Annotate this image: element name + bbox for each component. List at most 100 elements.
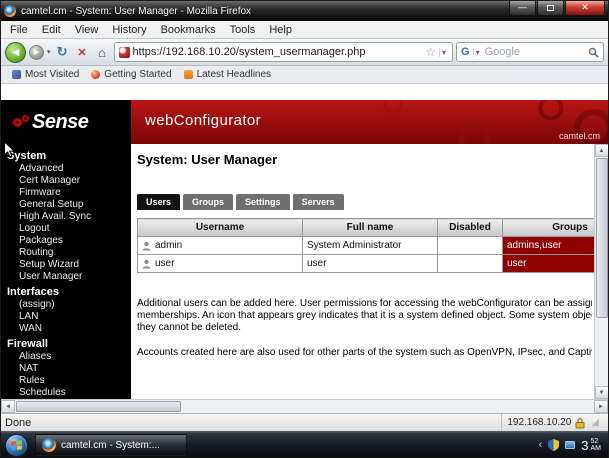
note-line: Accounts created here are also used for … (137, 347, 592, 359)
titlebar[interactable]: camtel.cm - System: User Manager - Mozil… (1, 1, 608, 21)
users-table: Username Full name Disabled Groups admin (137, 218, 594, 273)
sidebar-item-high-avail-sync[interactable]: High Avail. Sync (1, 211, 131, 223)
task-label: camtel.cm - System:... (61, 440, 160, 451)
security-shield-icon[interactable] (548, 439, 559, 451)
maximize-button[interactable] (537, 1, 564, 16)
vertical-scrollbar[interactable]: ▲ ▼ (594, 144, 608, 399)
taskbar-firefox-button[interactable]: camtel.cm - System:... (35, 434, 187, 456)
security-status[interactable]: 192.168.10.20 ◢ (501, 414, 604, 431)
bookmark-getting-started[interactable]: Getting Started (85, 68, 177, 81)
page-top-gap (1, 84, 608, 100)
url-input[interactable] (133, 46, 423, 58)
table-row[interactable]: admin System Administrator admins,user (138, 237, 595, 255)
bookmark-latest-headlines[interactable]: Latest Headlines (178, 68, 278, 81)
pfsense-banner: webConfigurator camtel.cm (131, 100, 608, 144)
sidebar-item-advanced[interactable]: Advanced (1, 163, 131, 175)
note-line: Additional users can be added here. User… (137, 298, 592, 310)
search-icon[interactable] (588, 47, 599, 58)
horizontal-scrollbar-thumb[interactable] (16, 401, 181, 412)
col-username: Username (138, 219, 303, 237)
sidebar-item-routing[interactable]: Routing (1, 247, 131, 259)
scroll-left-icon[interactable]: ◄ (1, 400, 15, 413)
sidebar-item-packages[interactable]: Packages (1, 235, 131, 247)
clock-ampm: AM (591, 445, 602, 452)
vertical-scrollbar-thumb[interactable] (596, 158, 608, 318)
tray-expand-icon[interactable]: ‹ (539, 439, 543, 451)
minimize-button[interactable]: — (509, 1, 536, 16)
note-line: they cannot be deleted. (137, 322, 592, 334)
sidebar-item-user-manager[interactable]: User Manager (1, 271, 131, 283)
menubar: File Edit View History Bookmarks Tools H… (1, 21, 608, 39)
navigation-toolbar: ◀ ▶ ▾ ↻ ✕ ⌂ ☆ ▾ G ▾ (1, 39, 608, 66)
menu-item-edit[interactable]: Edit (35, 23, 68, 37)
scroll-up-icon[interactable]: ▲ (595, 144, 609, 157)
menu-item-tools[interactable]: Tools (223, 23, 263, 37)
search-box[interactable]: G ▾ (456, 42, 604, 62)
history-dropdown-icon[interactable]: ▾ (47, 48, 51, 56)
resize-grip[interactable]: ◢ (591, 417, 599, 428)
pfsense-header: Sense webConfigurator camtel.cm (1, 100, 608, 144)
scroll-right-icon[interactable]: ► (594, 400, 608, 413)
bookmark-most-visited[interactable]: Most Visited (6, 68, 85, 81)
sidebar-item-schedules[interactable]: Schedules (1, 387, 131, 399)
sidebar-item-lan[interactable]: LAN (1, 311, 131, 323)
stop-button[interactable]: ✕ (74, 46, 91, 59)
page-title: System: User Manager (137, 152, 594, 167)
sidebar-item-rules[interactable]: Rules (1, 375, 131, 387)
sidebar-item-assign[interactable]: (assign) (1, 299, 131, 311)
pfsense-logo[interactable]: Sense (1, 100, 131, 144)
gear-icon (22, 115, 29, 122)
col-groups: Groups (503, 219, 595, 237)
sidebar-section-system[interactable]: System (1, 149, 131, 163)
tab-settings[interactable]: Settings (236, 194, 290, 210)
username-text: admin (155, 240, 182, 251)
reload-button[interactable]: ↻ (54, 44, 71, 60)
close-button[interactable]: ✕ (565, 1, 605, 16)
sidebar-item-cert-manager[interactable]: Cert Manager (1, 175, 131, 187)
bookmarks-toolbar: Most Visited Getting Started Latest Head… (1, 66, 608, 84)
scroll-down-icon[interactable]: ▼ (595, 386, 609, 399)
url-dropdown-icon[interactable]: ▾ (439, 48, 448, 57)
menu-item-help[interactable]: Help (262, 23, 299, 37)
tab-users[interactable]: Users (137, 194, 180, 210)
info-notes: Additional users can be added here. User… (137, 298, 594, 359)
groups-cell: user (503, 255, 595, 273)
username-cell: admin (138, 237, 303, 255)
firefox-icon (42, 438, 56, 452)
username-text: user (155, 258, 174, 269)
start-button[interactable] (5, 434, 28, 457)
menu-item-bookmarks[interactable]: Bookmarks (154, 23, 223, 37)
sidebar-item-aliases[interactable]: Aliases (1, 351, 131, 363)
menu-item-view[interactable]: View (68, 23, 106, 37)
search-engine-dropdown-icon[interactable]: ▾ (473, 48, 482, 57)
tab-servers[interactable]: Servers (293, 194, 344, 210)
search-input[interactable] (485, 46, 585, 58)
url-bar[interactable]: ☆ ▾ (114, 42, 453, 62)
table-row[interactable]: user user user (138, 255, 595, 273)
taskbar-clock[interactable]: 3 52 AM (581, 438, 601, 453)
sidebar-item-logout[interactable]: Logout (1, 223, 131, 235)
site-favicon (119, 47, 130, 58)
sidebar-item-firmware[interactable]: Firmware (1, 187, 131, 199)
maximize-icon (547, 5, 554, 11)
sidebar-section-interfaces[interactable]: Interfaces (1, 285, 131, 299)
taskbar: camtel.cm - System:... ‹ 3 52 AM (1, 431, 608, 458)
home-button[interactable]: ⌂ (94, 45, 111, 60)
network-icon[interactable] (565, 441, 575, 449)
menu-item-file[interactable]: File (3, 23, 35, 37)
horizontal-scrollbar[interactable]: ◄ ► (1, 399, 608, 413)
bookmark-star-icon[interactable]: ☆ (425, 45, 436, 59)
username-cell: user (138, 255, 303, 273)
forward-button[interactable]: ▶ (29, 45, 44, 60)
sidebar-item-wan[interactable]: WAN (1, 323, 131, 335)
sidebar-section-firewall[interactable]: Firewall (1, 337, 131, 351)
window-controls: — ✕ (509, 1, 605, 16)
back-button[interactable]: ◀ (5, 42, 26, 63)
sidebar: System Advanced Cert Manager Firmware Ge… (1, 144, 131, 399)
brand-text: Sense (32, 111, 88, 134)
sidebar-item-general-setup[interactable]: General Setup (1, 199, 131, 211)
sidebar-item-nat[interactable]: NAT (1, 363, 131, 375)
menu-item-history[interactable]: History (105, 23, 153, 37)
sidebar-item-setup-wizard[interactable]: Setup Wizard (1, 259, 131, 271)
tab-groups[interactable]: Groups (183, 194, 233, 210)
